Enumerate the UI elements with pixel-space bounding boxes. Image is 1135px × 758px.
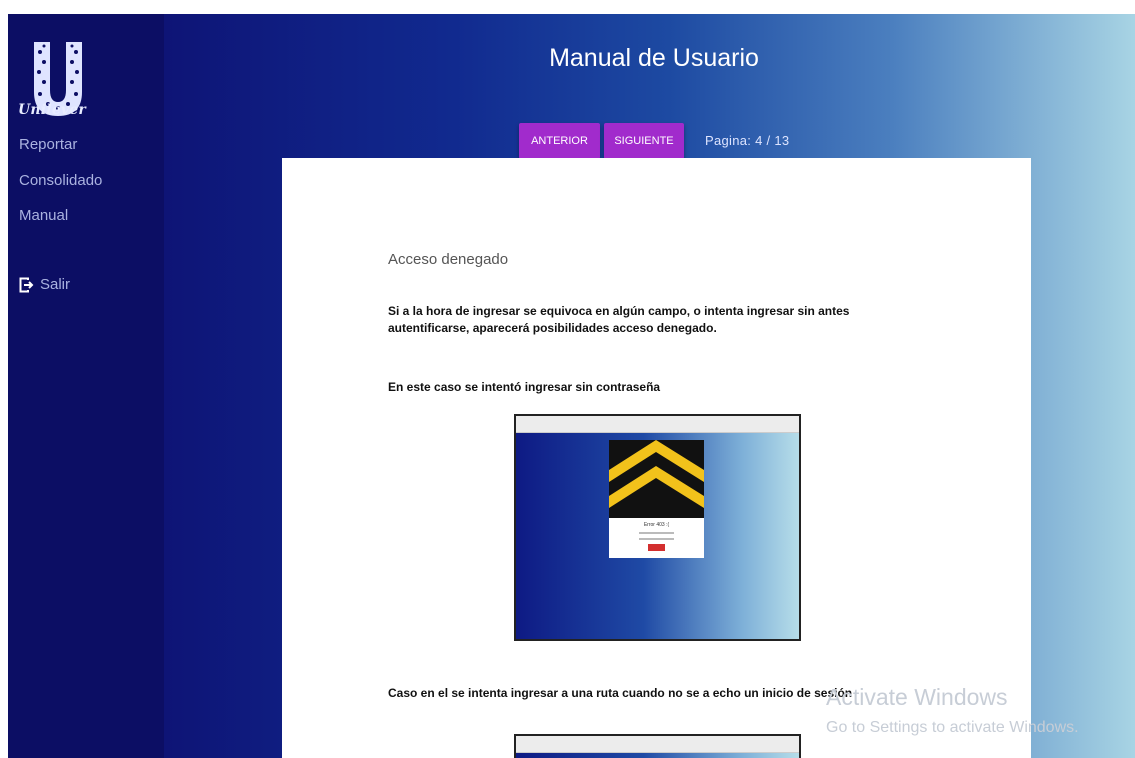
screenshot-image: Error 403 :(	[514, 414, 801, 641]
screenshot-image	[514, 734, 801, 758]
logout-label: Salir	[40, 276, 71, 293]
activation-watermark-subtitle: Go to Settings to activate Windows.	[826, 719, 1079, 736]
sidebar: Unilever Reportar Consolidado Manual Sal…	[8, 14, 164, 758]
paragraph: Si a la hora de ingresar se equivoca en …	[388, 304, 850, 336]
paragraph: Caso en el se intenta ingresar a una rut…	[388, 686, 853, 700]
error-card: Error 403 :(	[609, 440, 704, 558]
paragraph: En este caso se intentó ingresar sin con…	[388, 380, 661, 394]
warning-stripes-icon	[609, 440, 704, 518]
sidebar-item-reportar[interactable]: Reportar	[19, 136, 77, 153]
error-text-line	[639, 532, 674, 534]
error-button	[648, 544, 665, 551]
previous-button[interactable]: ANTERIOR	[519, 123, 600, 159]
logout-button[interactable]: Salir	[19, 276, 70, 293]
logout-icon	[19, 277, 34, 292]
browser-bar	[516, 736, 799, 753]
main-content: Manual de Usuario ANTERIOR SIGUIENTE Pag…	[164, 14, 1135, 758]
sidebar-item-consolidado[interactable]: Consolidado	[19, 172, 102, 189]
activation-watermark-title: Activate Windows	[826, 684, 1008, 710]
section-heading: Acceso denegado	[388, 251, 509, 268]
manual-page: Acceso denegado Si a la hora de ingresar…	[282, 158, 1031, 758]
error-title: Error 403 :(	[643, 522, 670, 528]
brand-name: Unilever	[18, 102, 86, 118]
browser-bar	[516, 416, 799, 433]
sidebar-item-manual[interactable]: Manual	[19, 207, 68, 224]
error-text-line	[639, 538, 674, 540]
page-title: Manual de Usuario	[549, 44, 759, 72]
page-indicator: Pagina: 4 / 13	[705, 133, 790, 148]
next-button[interactable]: SIGUIENTE	[604, 123, 684, 159]
app-window: Unilever Reportar Consolidado Manual Sal…	[8, 14, 1135, 758]
